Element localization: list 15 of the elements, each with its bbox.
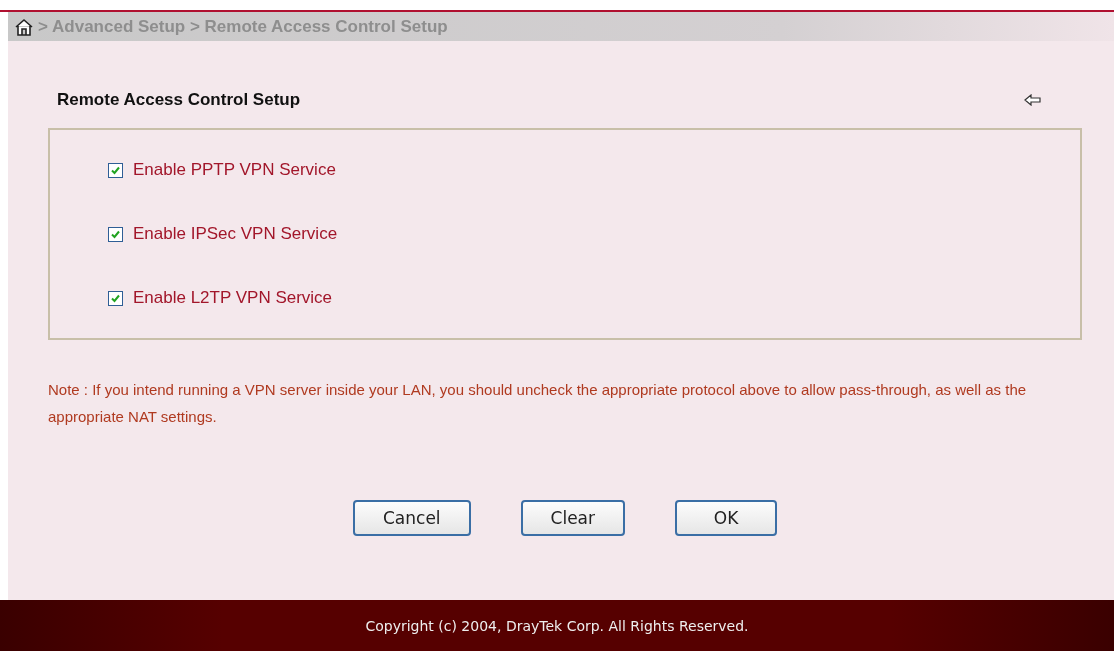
breadcrumb-text: > Advanced Setup > Remote Access Control Setup [38,16,448,37]
note-text: Note : If you intend running a VPN server inside your LAN, you should uncheck the appropriate protocol above to allow pass-through, as well as the appropriate NAT settings. [48,380,1028,427]
back-arrow-icon[interactable] [1024,94,1042,106]
copyright-text: Copyright (c) 2004, DrayTek Corp. All Rights Reserved. [365,617,749,634]
checkbox[interactable] [108,290,123,306]
option-label: Enable L2TP VPN Service [133,288,333,308]
form-button[interactable]: OK [675,500,778,536]
checkbox[interactable] [108,226,123,242]
form-button[interactable]: Cancel [352,500,471,536]
checkbox[interactable] [108,162,123,178]
option-label: Enable PPTP VPN Service [133,160,336,180]
option-label: Enable IPSec VPN Service [133,224,338,244]
form-button[interactable]: Clear [520,500,626,536]
home-icon[interactable] [14,16,34,37]
page-title: Remote Access Control Setup [57,90,301,110]
